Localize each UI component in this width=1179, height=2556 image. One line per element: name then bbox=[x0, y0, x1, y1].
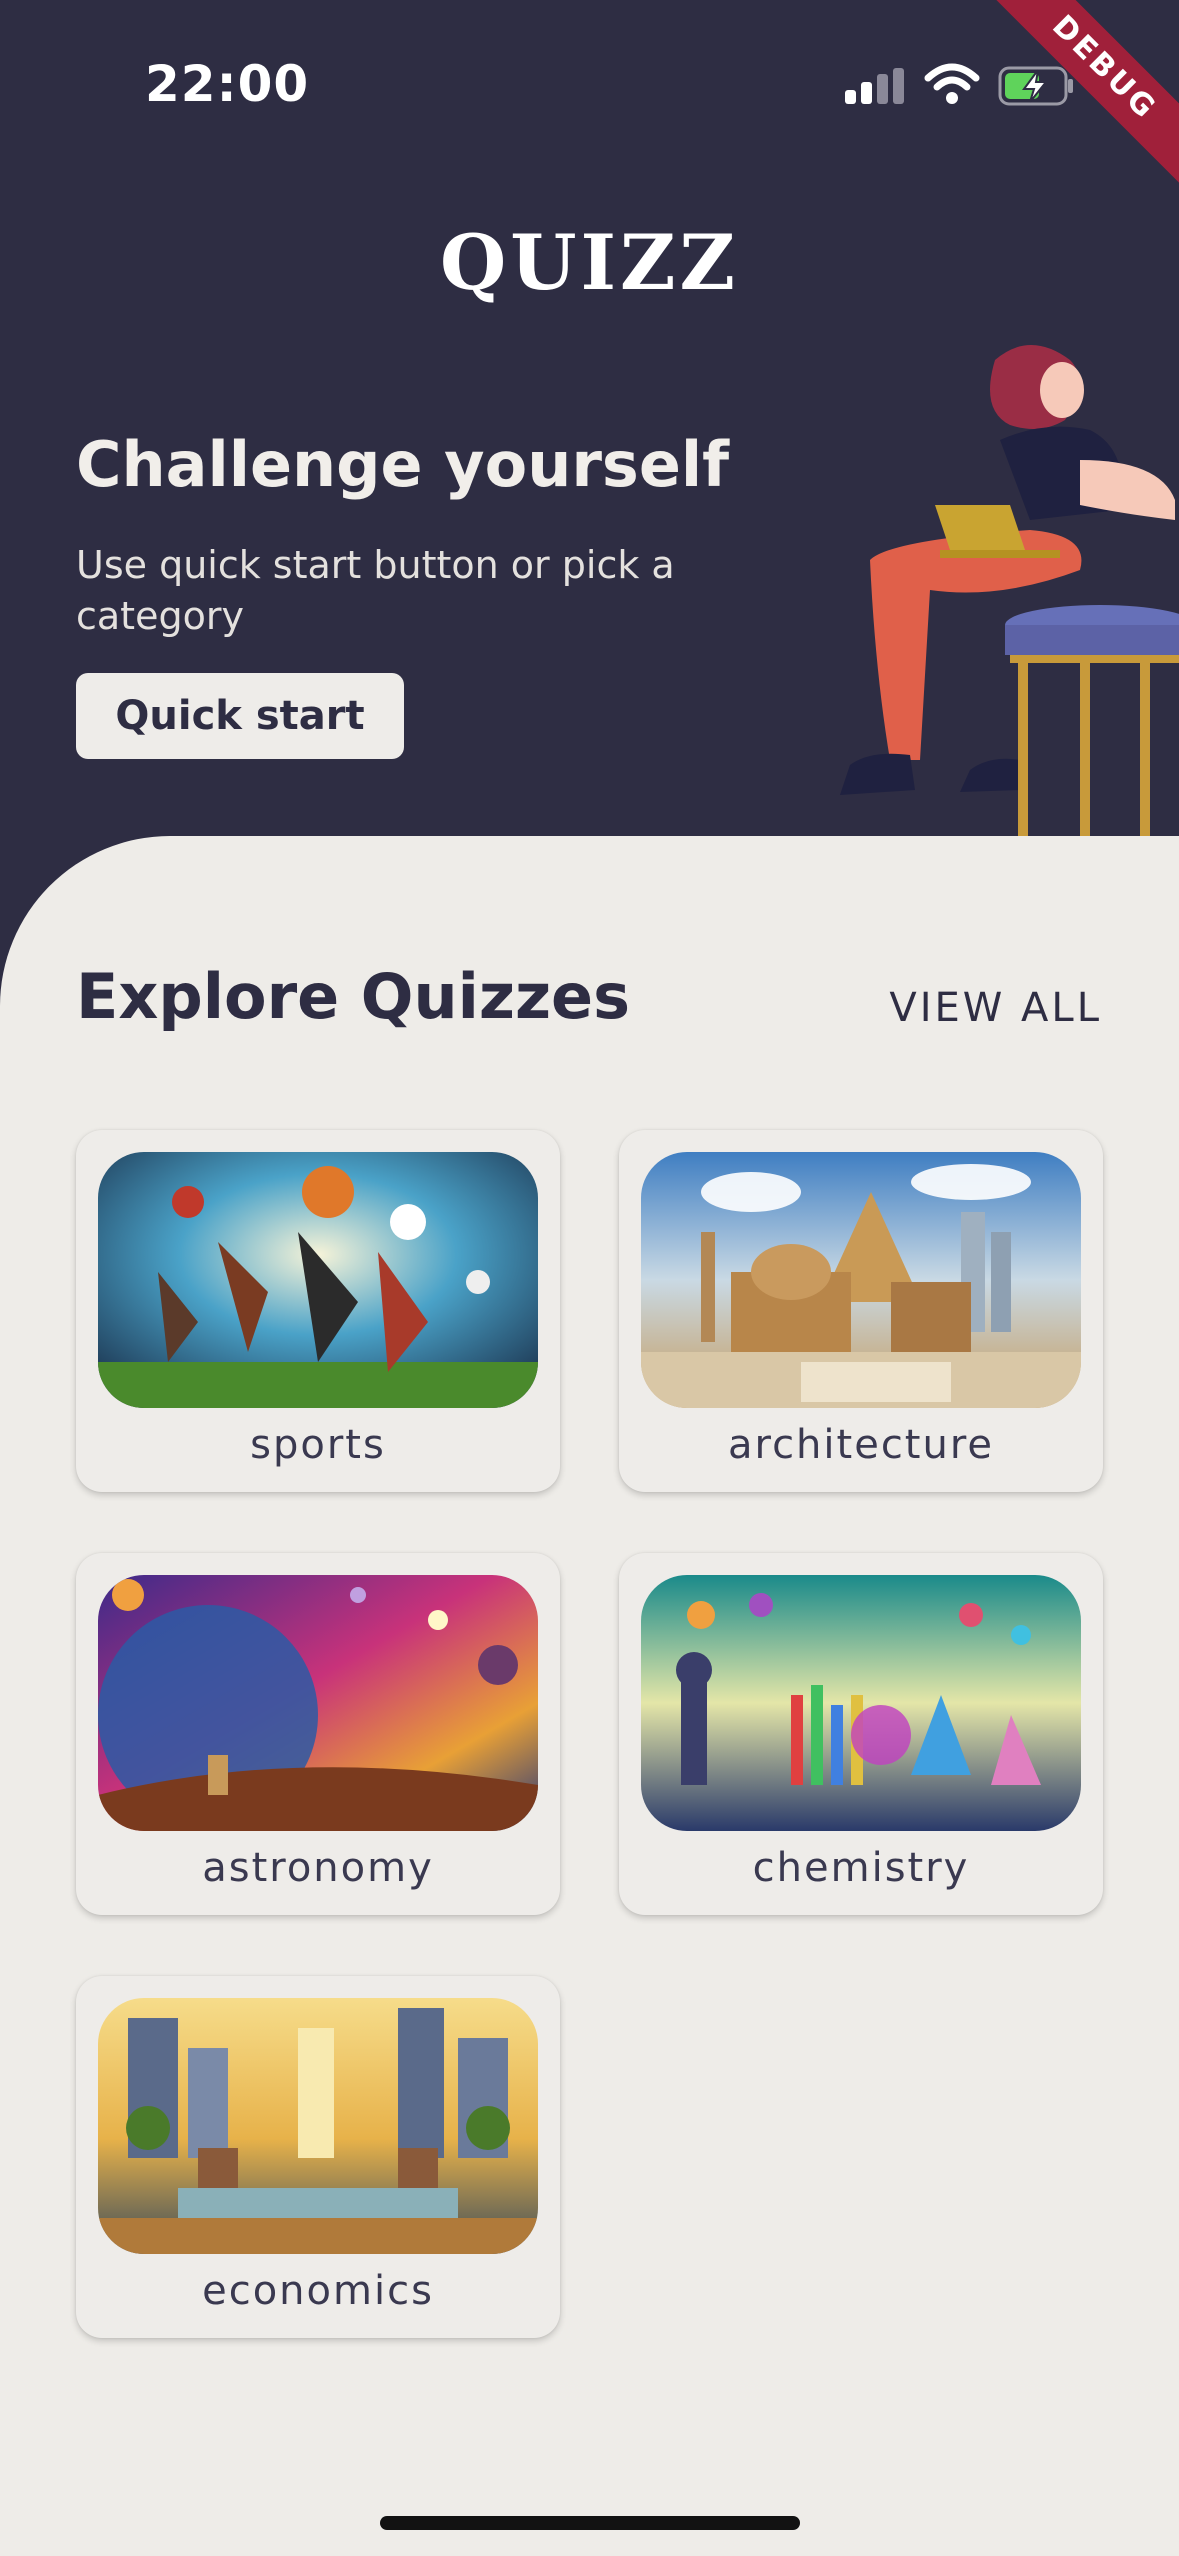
hero-title: Challenge yourself bbox=[76, 428, 730, 501]
sports-image bbox=[98, 1152, 538, 1408]
category-card-architecture[interactable]: architecture bbox=[619, 1130, 1103, 1492]
woman-with-laptop-illustration bbox=[840, 345, 1179, 840]
category-label: chemistry bbox=[752, 1845, 970, 1891]
home-indicator[interactable] bbox=[380, 2516, 800, 2530]
category-label: architecture bbox=[727, 1422, 995, 1468]
view-all-link[interactable]: VIEW ALL bbox=[889, 985, 1102, 1031]
hero-subtitle: Use quick start button or pick a categor… bbox=[76, 543, 675, 638]
economics-image bbox=[98, 1998, 538, 2254]
category-card-astronomy[interactable]: astronomy bbox=[76, 1553, 560, 1915]
category-card-chemistry[interactable]: chemistry bbox=[619, 1553, 1103, 1915]
architecture-image bbox=[641, 1152, 1081, 1408]
chemistry-image bbox=[641, 1575, 1081, 1831]
battery-charging-icon bbox=[998, 66, 1073, 106]
header-area: 22:00 DEBUG QUIZZ Challenge yourself Use… bbox=[0, 0, 1179, 900]
category-card-sports[interactable]: sports bbox=[76, 1130, 560, 1492]
section-title: Explore Quizzes bbox=[76, 960, 631, 1033]
cellular-signal-icon bbox=[845, 68, 904, 104]
wifi-icon bbox=[924, 63, 980, 104]
category-card-economics[interactable]: economics bbox=[76, 1976, 560, 2338]
quick-start-button[interactable]: Quick start bbox=[76, 673, 404, 759]
astronomy-image bbox=[98, 1575, 538, 1831]
status-time: 22:00 bbox=[145, 55, 310, 113]
category-label: economics bbox=[202, 2268, 434, 2314]
category-label: sports bbox=[250, 1422, 386, 1468]
category-label: astronomy bbox=[202, 1845, 434, 1891]
app-logo: QUIZZ bbox=[440, 218, 739, 307]
